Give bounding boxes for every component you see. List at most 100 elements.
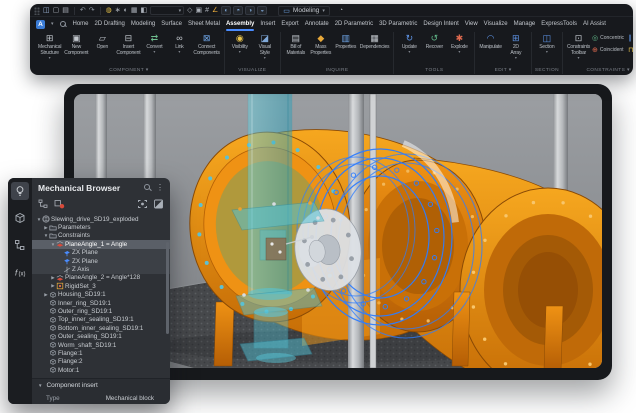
- convert-button[interactable]: ⇄Convert▾: [142, 32, 166, 54]
- select-highlight-icon[interactable]: [137, 196, 148, 214]
- display-icon[interactable]: ◧: [140, 6, 147, 15]
- angle-icon[interactable]: ∠: [212, 6, 218, 15]
- search-icon[interactable]: [144, 184, 151, 191]
- tab-manage[interactable]: Manage: [514, 17, 536, 31]
- tab-sheet-metal[interactable]: Sheet Metal: [188, 17, 220, 31]
- drag-grip[interactable]: [34, 7, 40, 15]
- tab-3d-parametric[interactable]: 3D Parametric: [379, 17, 417, 31]
- view-top-icon[interactable]: ◓: [233, 6, 243, 15]
- component-insert-section[interactable]: ▼ Component insert: [32, 379, 170, 392]
- explode-button[interactable]: ✱Explode▾: [447, 32, 471, 54]
- update-button[interactable]: ↻Update▾: [397, 32, 421, 54]
- tree-item-planeangle-2-angle-128[interactable]: ▶PlaneAngle_2 = Angle*128: [32, 274, 170, 282]
- contrast-icon[interactable]: [153, 196, 164, 214]
- insert-component-button[interactable]: ⊟InsertComponent: [115, 32, 141, 56]
- kebab-menu-icon[interactable]: ⋮: [156, 183, 164, 192]
- view-front-icon: ◐: [224, 8, 228, 14]
- tree-item-parameters[interactable]: ▶Parameters: [32, 223, 170, 231]
- mechanical-structure-button[interactable]: ⊞MechanicalStructure▾: [37, 32, 62, 60]
- tree-item-bottom-inner-sealing-sd19-1[interactable]: Bottom_inner_sealing_SD19:1: [32, 324, 170, 332]
- chevron-down-icon[interactable]: ▾: [51, 21, 54, 27]
- tab-2d-parametric[interactable]: 2D Parametric: [335, 17, 373, 31]
- settings-icon[interactable]: ∗: [115, 6, 121, 15]
- tab-surface[interactable]: Surface: [161, 17, 182, 31]
- tab-export[interactable]: Export: [281, 17, 298, 31]
- view-iso-icon[interactable]: ◒: [257, 6, 267, 15]
- tree-item-flange-2[interactable]: Flange:2: [32, 358, 170, 366]
- mass-properties-button[interactable]: ◆MassProperties: [309, 32, 333, 56]
- open-button[interactable]: ▱Open: [90, 32, 114, 50]
- new-component-button[interactable]: ▣NewComponent: [63, 32, 89, 56]
- fix-button[interactable]: ⊓Fix: [628, 44, 633, 56]
- print-preview-icon[interactable]: ▦: [131, 6, 138, 15]
- app-logo[interactable]: A: [36, 20, 45, 29]
- tree-item-planeangle-1-angle[interactable]: ▼PlaneAngle_1 = Angle: [32, 240, 170, 248]
- parallel-button[interactable]: ∥Parallel: [628, 32, 633, 44]
- insert-component-icon: ⊟: [125, 33, 133, 44]
- visual-style-button[interactable]: ◪VisualStyle▾: [253, 32, 277, 60]
- tree-item-z-axis[interactable]: Z Axis: [32, 265, 170, 273]
- properties-button[interactable]: ▥Properties: [334, 32, 358, 50]
- bill-of-materials-button[interactable]: ▤Bill ofMaterials: [284, 32, 308, 56]
- hierarchy-icon[interactable]: [11, 236, 29, 254]
- tab-design-intent[interactable]: Design Intent: [423, 17, 458, 31]
- structure-filter-icon[interactable]: [38, 196, 49, 214]
- tab-modeling[interactable]: Modeling: [131, 17, 155, 31]
- section-button[interactable]: ◫Section▾: [535, 32, 559, 54]
- recover-button[interactable]: ↺Recover: [422, 32, 446, 50]
- hide-component-icon[interactable]: [54, 196, 65, 214]
- clock-icon[interactable]: ◔: [339, 7, 343, 14]
- lightbulb-icon[interactable]: [11, 182, 29, 200]
- cursor-icon[interactable]: ◇: [187, 6, 192, 15]
- visibility-button[interactable]: ◉Visibility▾: [228, 32, 252, 54]
- save-icon[interactable]: ◫: [43, 6, 50, 15]
- tree-item-inner-ring-sd19-1[interactable]: Inner_ring_SD19:1: [32, 299, 170, 307]
- tree-item-outer-sealing-sd19-1[interactable]: Outer_sealing_SD19:1: [32, 332, 170, 340]
- coincident-button[interactable]: ⊕Coincident: [592, 44, 624, 56]
- tree-item-motor-1[interactable]: Motor:1: [32, 366, 170, 374]
- tab-view[interactable]: View: [465, 17, 478, 31]
- tree-item-housing-sd19-1[interactable]: ▶Housing_SD19:1: [32, 291, 170, 299]
- tree-item-outer-ring-sd19-1[interactable]: Outer_ring_SD19:1: [32, 307, 170, 315]
- view-front-icon[interactable]: ◐: [221, 6, 231, 15]
- tab-expresstools[interactable]: ExpressTools: [541, 17, 577, 31]
- tree-item-flange-1[interactable]: Flange:1: [32, 349, 170, 357]
- undo-icon[interactable]: ↶: [80, 6, 86, 15]
- link-button[interactable]: ∞Link▾: [167, 32, 191, 54]
- lightbulb-icon[interactable]: ◍: [106, 6, 112, 15]
- snap-icon[interactable]: ▣: [195, 6, 202, 15]
- quick-access-dropdown[interactable]: ▾: [150, 6, 184, 15]
- tab-insert[interactable]: Insert: [260, 17, 275, 31]
- component-cube-icon[interactable]: [11, 209, 29, 227]
- view-right-icon[interactable]: ◑: [245, 6, 255, 15]
- concentric-button[interactable]: ◎Concentric: [592, 32, 624, 44]
- grid-icon[interactable]: #: [205, 6, 209, 15]
- tree-item-zx-plane[interactable]: ZX Plane: [32, 257, 170, 265]
- tab-2d-drafting[interactable]: 2D Drafting: [95, 17, 125, 31]
- tab-annotate[interactable]: Annotate: [305, 17, 329, 31]
- fx-icon[interactable]: f(x): [11, 263, 29, 281]
- tab-visualize[interactable]: Visualize: [484, 17, 508, 31]
- panel-title: Mechanical Browser: [38, 183, 139, 193]
- sphere-icon[interactable]: ◐: [124, 6, 128, 15]
- constraints-toolbar-button[interactable]: ⊡ConstraintsToolbar▾: [566, 32, 591, 60]
- tree-item-worm-shaft-sd19-1[interactable]: Worm_shaft_SD19:1: [32, 341, 170, 349]
- 2d-array-button[interactable]: ⊞2DArray▾: [504, 32, 528, 60]
- manipulate-button[interactable]: ◠Manipulate: [478, 32, 502, 50]
- print-icon[interactable]: ▤: [62, 6, 69, 15]
- tab-assembly[interactable]: Assembly: [226, 17, 254, 31]
- workspace-select[interactable]: ▭ Modeling ▾: [278, 6, 330, 16]
- redo-icon[interactable]: ↷: [89, 6, 95, 15]
- new-file-icon[interactable]: ▢: [53, 6, 60, 15]
- dependencies-button[interactable]: ▦Dependencies: [359, 32, 391, 50]
- tree-item-top-inner-sealing-sd19-1[interactable]: Top_inner_sealing_SD19:1: [32, 316, 170, 324]
- tab-ai-assist[interactable]: AI Assist: [583, 17, 606, 31]
- tree-scrollbar[interactable]: [166, 242, 169, 334]
- tree-item-slewing-drive-sd19-exploded[interactable]: ▼Slewing_drive_SD19_exploded: [32, 215, 170, 223]
- tree-item-rigidset-3[interactable]: ▶RigidSet_3: [32, 282, 170, 290]
- connect-components-button[interactable]: ⊠ConnectComponents: [192, 32, 220, 56]
- tab-home[interactable]: Home: [73, 17, 89, 31]
- tree-item-zx-plane[interactable]: ZX Plane: [32, 249, 170, 257]
- tree-item-constraints[interactable]: ▼Constraints: [32, 232, 170, 240]
- search-icon[interactable]: [60, 21, 67, 28]
